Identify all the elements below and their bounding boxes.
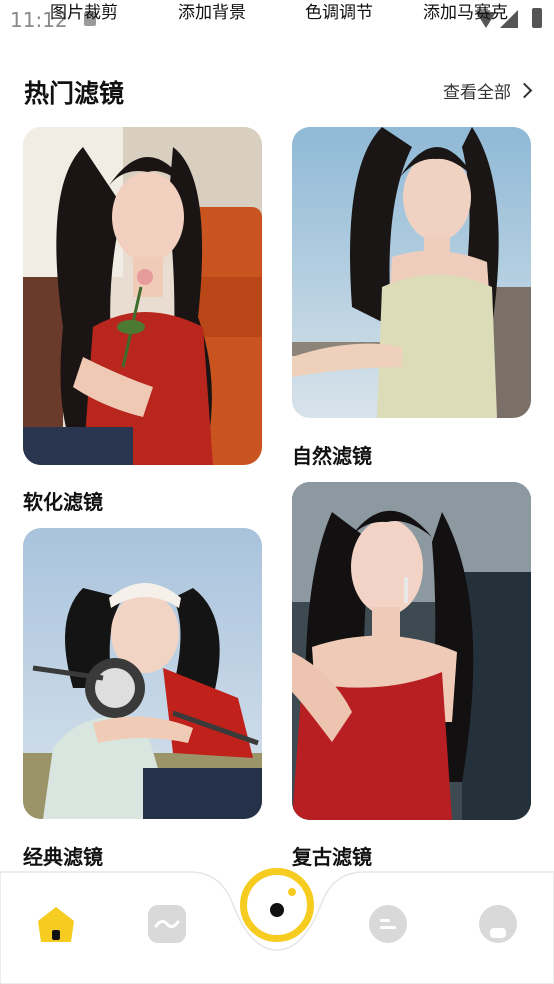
profile-icon	[479, 905, 517, 943]
filter-photo-classic	[23, 528, 262, 819]
tool-color-adjust[interactable]: 色调调节	[305, 0, 373, 23]
camera-center-button[interactable]	[240, 868, 314, 942]
chevron-right-icon	[516, 82, 533, 99]
filter-label-soft: 软化滤镜	[23, 490, 103, 514]
filter-card-vintage[interactable]	[292, 482, 531, 820]
filter-label-natural: 自然滤镜	[292, 444, 372, 468]
chat-icon	[369, 905, 407, 943]
wave-icon	[148, 905, 186, 943]
flash-dot-icon	[288, 888, 296, 896]
section-title: 热门滤镜	[24, 79, 125, 108]
tool-add-background[interactable]: 添加背景	[178, 0, 246, 23]
nav-discover[interactable]	[147, 904, 187, 944]
bottom-nav-bar	[0, 862, 554, 984]
lens-dot-icon	[270, 903, 284, 917]
filter-photo-vintage	[292, 482, 531, 820]
tool-mosaic[interactable]: 添加马赛克	[423, 0, 508, 23]
filter-card-natural[interactable]	[292, 127, 531, 418]
nav-messages[interactable]	[368, 904, 408, 944]
filter-photo-soft	[23, 127, 262, 465]
nav-profile[interactable]	[478, 904, 518, 944]
home-icon	[38, 907, 74, 942]
section-header: 热门滤镜 查看全部	[24, 74, 533, 108]
see-all-link[interactable]: 查看全部	[443, 78, 533, 103]
filter-card-soft[interactable]	[23, 127, 262, 465]
filter-photo-natural	[292, 127, 531, 418]
tool-crop[interactable]: 图片裁剪	[50, 0, 118, 23]
see-all-label: 查看全部	[443, 83, 511, 103]
top-tools-row: 图片裁剪 添加背景 色调调节 添加马赛克	[0, 0, 554, 24]
filter-card-classic[interactable]	[23, 528, 262, 819]
nav-home[interactable]	[36, 904, 76, 944]
